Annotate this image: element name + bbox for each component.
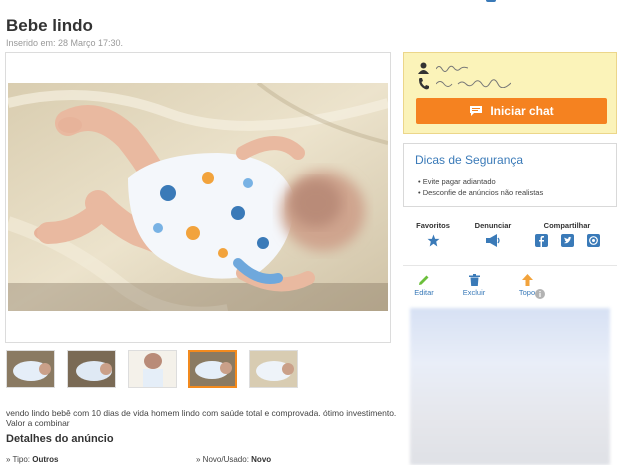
favorites-action[interactable]: Favoritos: [405, 221, 461, 247]
contact-phone-scribble: [435, 79, 511, 89]
thumbnail[interactable]: [67, 350, 116, 388]
detail-tipo: » Tipo: Outros: [6, 455, 59, 464]
advertisement-block[interactable]: [410, 308, 610, 465]
twitter-icon[interactable]: [560, 234, 574, 247]
safety-tip: Desconfie de anúncios não realistas: [418, 187, 544, 198]
main-photo-frame: [5, 52, 391, 343]
delete-label: Excluir: [462, 288, 486, 297]
main-photo[interactable]: [8, 83, 388, 311]
megaphone-icon: [486, 234, 500, 247]
info-icon[interactable]: [535, 289, 545, 299]
divider: [403, 265, 617, 266]
contact-name-scribble: [435, 65, 468, 72]
contact-phone-row: [418, 77, 511, 92]
owner-actions: Editar Excluir Topo: [403, 274, 617, 302]
thumbnail[interactable]: [249, 350, 298, 388]
details-title: Detalhes do anúncio: [6, 433, 114, 445]
description-text: vendo lindo bebê com 10 dias de vida hom…: [6, 408, 397, 418]
inserted-date: Inserido em: 28 Março 17:30.: [6, 38, 124, 48]
thumbnail-selected[interactable]: [188, 350, 237, 388]
share-action: Compartilhar: [527, 221, 607, 247]
safety-tips-title: Dicas de Segurança: [415, 153, 524, 167]
arrow-up-icon: [521, 274, 533, 286]
listing-title: Bebe lindo: [6, 16, 93, 35]
price-text: Valor a combinar: [6, 418, 70, 428]
star-icon: [427, 234, 439, 247]
detail-estado-value: Novo: [251, 455, 272, 464]
start-chat-label: Iniciar chat: [490, 104, 554, 118]
safety-tips-list: Evite pagar adiantado Desconfie de anúnc…: [418, 176, 544, 198]
detail-estado: » Novo/Usado: Novo: [196, 455, 272, 464]
trash-icon: [468, 274, 480, 286]
detail-tipo-value: Outros: [32, 455, 59, 464]
email-share-icon[interactable]: [586, 234, 600, 247]
detail-tipo-label: Tipo:: [12, 455, 31, 464]
description: vendo lindo bebê com 10 dias de vida hom…: [6, 408, 396, 428]
facebook-icon[interactable]: [534, 234, 548, 247]
report-label: Denunciar: [474, 221, 512, 230]
thumbnail[interactable]: [6, 350, 55, 388]
pencil-icon: [419, 275, 429, 285]
thumbnail[interactable]: [128, 350, 177, 388]
contact-name-row: [418, 62, 468, 76]
safety-tip: Evite pagar adiantado: [418, 176, 543, 187]
report-action[interactable]: Denunciar: [465, 221, 521, 247]
start-chat-button[interactable]: Iniciar chat: [416, 98, 607, 124]
chat-icon: [470, 106, 483, 116]
detail-estado-label: Novo/Usado:: [202, 455, 249, 464]
contact-box: Iniciar chat: [403, 52, 617, 134]
delete-action[interactable]: Excluir: [459, 274, 489, 297]
thumbnail-strip: [6, 350, 306, 388]
favorites-label: Favoritos: [416, 221, 450, 230]
user-icon: [418, 62, 429, 74]
edit-label: Editar: [414, 288, 434, 297]
share-label: Compartilhar: [543, 221, 591, 230]
phone-icon: [419, 78, 429, 90]
edit-action[interactable]: Editar: [411, 274, 437, 297]
social-actions: Favoritos Denunciar Compartilhar: [403, 221, 617, 261]
safety-tips-box: Dicas de Segurança Evite pagar adiantado…: [403, 143, 617, 207]
top-nav-icon[interactable]: [486, 0, 496, 2]
